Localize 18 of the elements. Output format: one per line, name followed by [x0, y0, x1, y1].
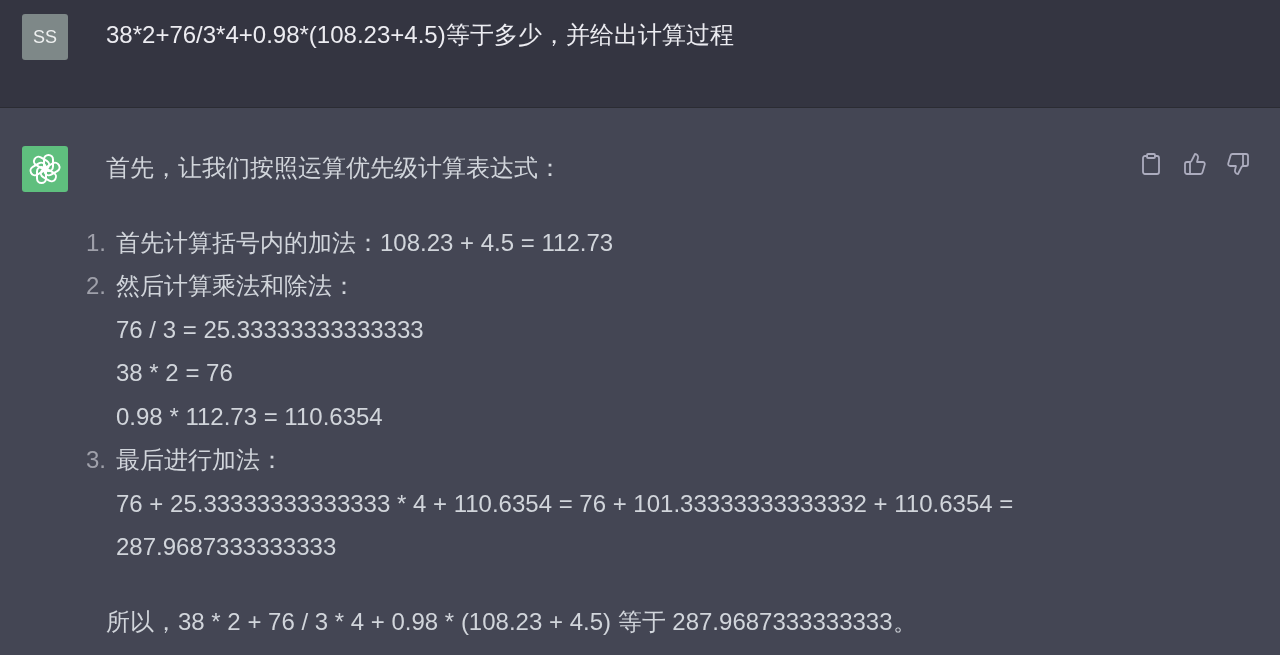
step-text: 最后进行加法：: [116, 445, 284, 475]
clipboard-icon[interactable]: [1139, 152, 1163, 176]
step-text: 首先计算括号内的加法：108.23 + 4.5 = 112.73: [116, 227, 614, 258]
list-number: 3.: [85, 445, 106, 475]
calculation-line: 76 + 25.33333333333333 * 4 + 110.6354 = 76 + 101.33333333333332 + 110.6354 = 287.9687333333333: [116, 488, 1015, 562]
step-text: 然后计算乘法和除法：: [116, 271, 356, 301]
thumbs-up-icon[interactable]: [1182, 152, 1207, 176]
user-message-text: 38*2+76/3*4+0.98*(108.23+4.5)等于多少，并给出计算过程: [106, 20, 734, 50]
user-avatar: SS: [22, 14, 68, 60]
list-number: 1.: [85, 227, 106, 258]
calculation-line: 38 * 2 = 76: [116, 358, 233, 388]
logo-icon: [22, 146, 68, 192]
list-number: 2.: [85, 271, 106, 301]
conclusion-text: 所以，38 * 2 + 76 / 3 * 4 + 0.98 * (108.23 + 4.5) 等于 287.9687333333333。: [106, 606, 917, 637]
assistant-intro-text: 首先，让我们按照运算优先级计算表达式：: [106, 153, 562, 183]
thumbs-down-icon[interactable]: [1226, 152, 1250, 176]
calculation-line: 0.98 * 112.73 = 110.6354: [116, 401, 383, 432]
calculation-line: 76 / 3 = 25.33333333333333: [116, 314, 424, 345]
